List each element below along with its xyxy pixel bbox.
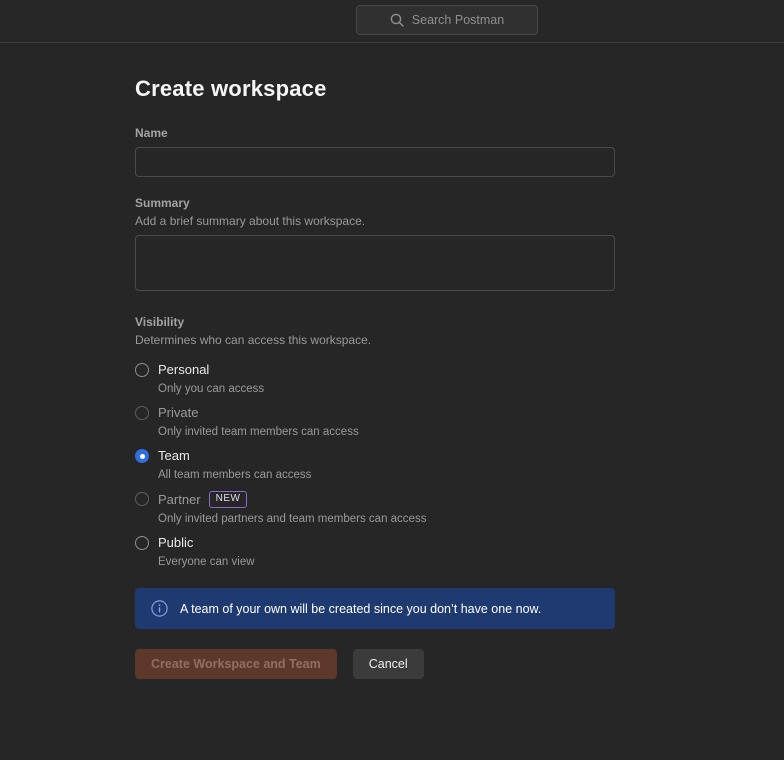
radio-circle-icon	[135, 536, 149, 550]
info-icon	[151, 600, 168, 617]
radio-description: Only invited team members can access	[158, 425, 359, 439]
page-title: Create workspace	[135, 76, 615, 102]
summary-helper: Add a brief summary about this workspace…	[135, 214, 615, 228]
visibility-label: Visibility	[135, 315, 615, 329]
info-banner-text: A team of your own will be created since…	[180, 602, 541, 616]
radio-description: All team members can access	[158, 468, 311, 482]
radio-circle-selected-icon	[135, 449, 149, 463]
summary-input[interactable]	[135, 235, 615, 291]
radio-option-public[interactable]: Public Everyone can view	[135, 535, 615, 569]
radio-circle-icon	[135, 492, 149, 506]
radio-circle-icon	[135, 363, 149, 377]
create-workspace-button[interactable]: Create Workspace and Team	[135, 649, 337, 679]
top-bar: Search Postman	[0, 0, 784, 43]
radio-label: Private	[158, 405, 198, 421]
radio-option-personal[interactable]: Personal Only you can access	[135, 362, 615, 396]
radio-option-private[interactable]: Private Only invited team members can ac…	[135, 405, 615, 439]
radio-circle-icon	[135, 406, 149, 420]
search-icon	[390, 13, 404, 27]
radio-option-partner[interactable]: Partner NEW Only invited partners and te…	[135, 491, 615, 526]
visibility-helper: Determines who can access this workspace…	[135, 333, 615, 347]
radio-description: Only you can access	[158, 382, 264, 396]
action-buttons: Create Workspace and Team Cancel	[135, 649, 615, 679]
radio-description: Everyone can view	[158, 555, 255, 569]
visibility-radio-group: Personal Only you can access Private Onl…	[135, 362, 615, 569]
radio-option-team[interactable]: Team All team members can access	[135, 448, 615, 482]
cancel-button[interactable]: Cancel	[353, 649, 424, 679]
summary-label: Summary	[135, 196, 615, 210]
search-placeholder: Search Postman	[412, 13, 504, 27]
name-input[interactable]	[135, 147, 615, 177]
radio-description: Only invited partners and team members c…	[158, 512, 426, 526]
info-banner: A team of your own will be created since…	[135, 588, 615, 629]
new-badge: NEW	[209, 491, 248, 508]
search-input[interactable]: Search Postman	[356, 5, 538, 35]
radio-label: Personal	[158, 362, 209, 378]
radio-label: Team	[158, 448, 190, 464]
radio-label: Public	[158, 535, 193, 551]
name-label: Name	[135, 126, 615, 140]
create-workspace-form: Create workspace Name Summary Add a brie…	[135, 44, 615, 679]
radio-label: Partner	[158, 492, 201, 508]
